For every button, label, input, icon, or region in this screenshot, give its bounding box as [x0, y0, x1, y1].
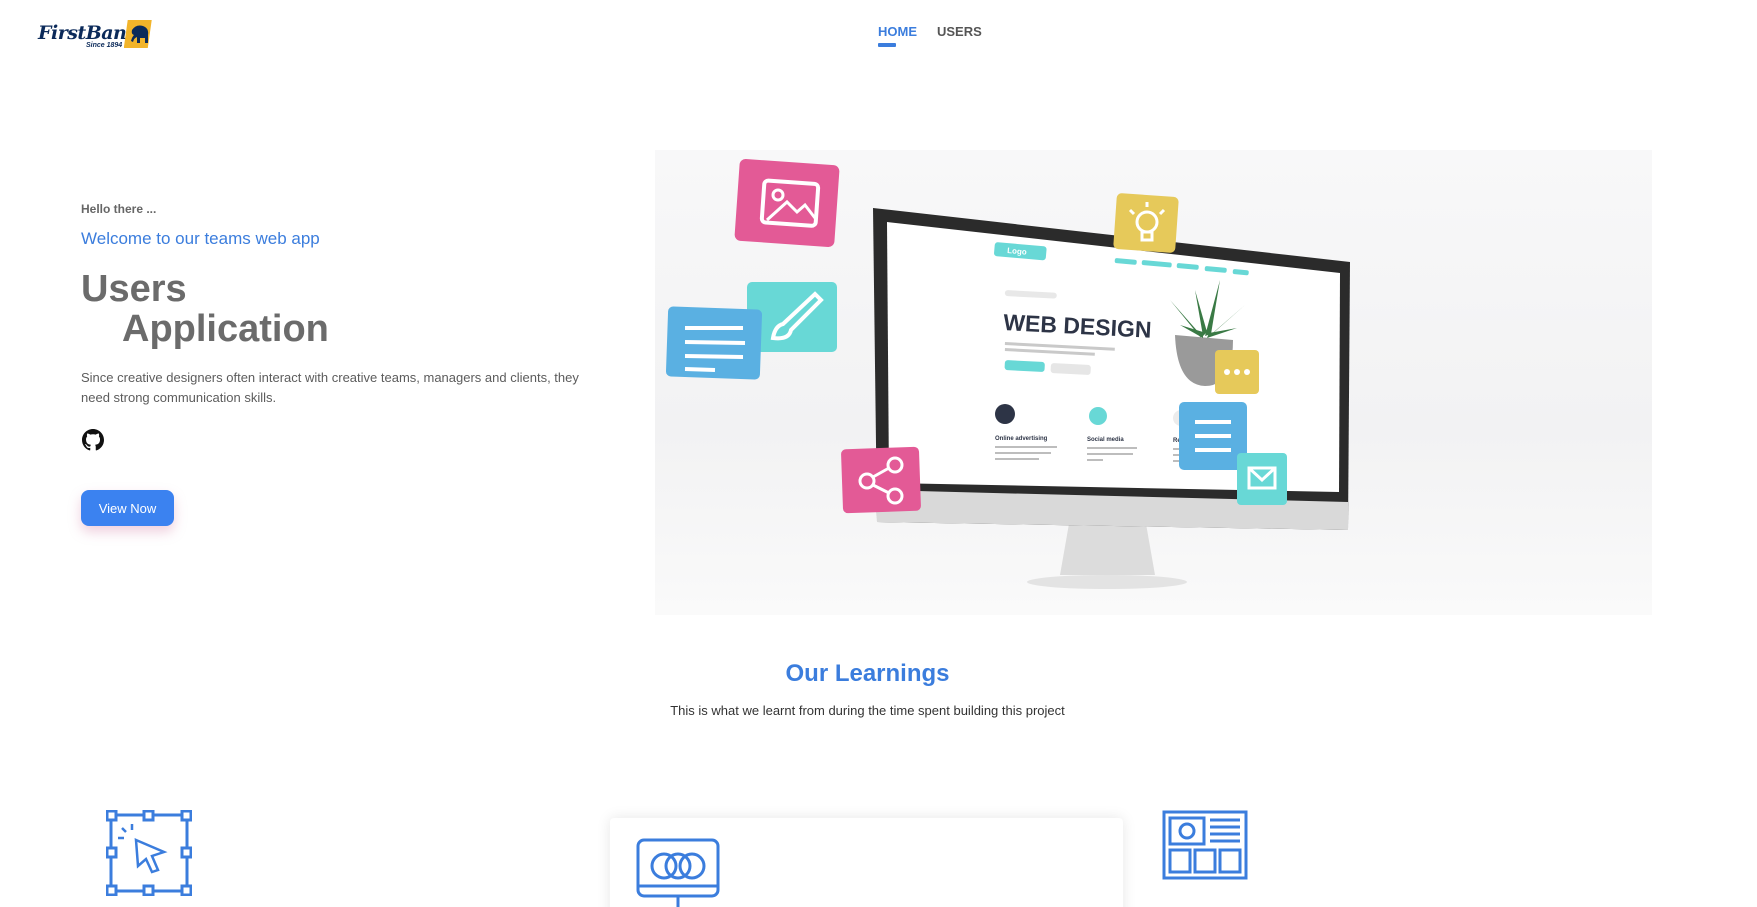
more-tile-icon	[1215, 350, 1259, 394]
monitor-stand	[1060, 518, 1155, 575]
feature-label: Online advertising	[995, 436, 1048, 442]
brand-logo[interactable]: FirstBank Since 1894	[38, 18, 158, 52]
nav-users[interactable]: USERS	[937, 24, 982, 45]
mail-tile-icon	[1237, 453, 1287, 505]
hero-title-line2: Application	[122, 308, 329, 350]
screen-button	[1050, 363, 1091, 375]
feature-dot	[995, 404, 1015, 424]
hero-description: Since creative designers often interact …	[81, 370, 579, 405]
hero-title-line1: Users	[81, 268, 187, 310]
learnings-title: Our Learnings	[785, 660, 950, 687]
list-tile-icon	[1179, 402, 1247, 470]
elephant-logo-icon	[124, 20, 152, 48]
layout-grid-icon	[1162, 810, 1248, 880]
feature-dot	[1089, 407, 1107, 425]
feature-label: Social media	[1087, 437, 1124, 443]
hero-illustration: Logo WEB DESIGN Online advertising Socia…	[655, 150, 1652, 615]
hero-greeting: Hello there ...	[81, 202, 157, 216]
text-tile-icon	[665, 306, 763, 380]
learnings-subtitle: This is what we learnt from during the t…	[670, 703, 1065, 718]
github-icon[interactable]	[82, 429, 104, 451]
lightbulb-tile-icon	[1113, 193, 1179, 253]
monitor-rings-icon	[636, 838, 720, 907]
screen-logo-label: Logo	[1007, 246, 1027, 257]
nav-home[interactable]: HOME	[878, 24, 917, 47]
share-tile-icon	[841, 446, 921, 514]
image-tile-icon	[734, 159, 840, 247]
monitor-base	[1027, 575, 1187, 589]
hero-welcome: Welcome to our teams web app	[81, 229, 320, 248]
main-nav: HOME USERS	[878, 24, 982, 47]
screen-button	[1004, 360, 1045, 372]
web-design-illustration: Logo WEB DESIGN Online advertising Socia…	[665, 159, 1350, 589]
design-select-icon	[106, 810, 192, 896]
view-now-button[interactable]: View Now	[81, 490, 174, 526]
brand-tagline: Since 1894	[86, 42, 123, 49]
